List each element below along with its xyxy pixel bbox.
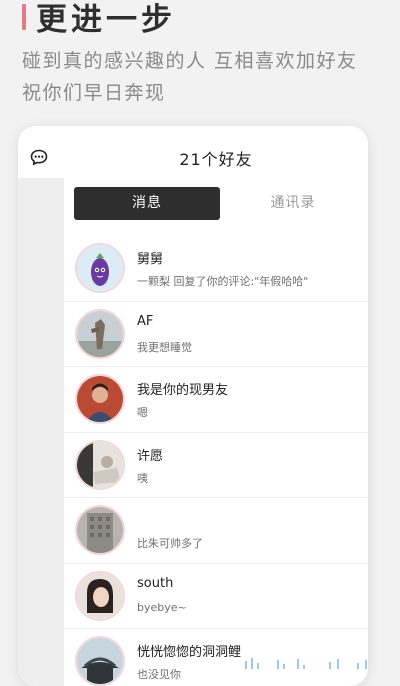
contact-list: 舅舅 一颗梨 回复了你的评论:"年假哈哈" AF 我更想睡觉 我是你的现男友 嗯… [64,236,368,686]
tab-bar: 消息 通讯录 [74,187,366,220]
avatar[interactable] [75,636,125,686]
promo-subline-2: 祝你们早日奔现 [22,82,166,104]
avatar[interactable] [75,374,125,424]
promo-headline: 更进一步 [36,2,176,38]
last-message: 咦 [137,471,148,485]
contact-name: AF [137,313,154,329]
avatar[interactable] [75,505,125,555]
last-message: 也没见你 [137,668,181,681]
avatar[interactable] [75,308,125,359]
watermark-icon [245,658,367,669]
list-item[interactable]: 我是你的现男友 嗯 [64,367,368,433]
last-message: 比朱可帅多了 [137,537,203,550]
list-item[interactable]: 比朱可帅多了 [64,498,368,564]
list-item[interactable]: 许愿 咦 [64,433,368,498]
contact-name: 许愿 [137,448,164,464]
last-message: byebye~ [137,600,187,614]
accent-bar [22,4,26,30]
contact-name: south [137,575,174,591]
contact-name: 我是你的现男友 [137,383,229,398]
phone-frame: 21个好友 消息 通讯录 舅舅 一颗梨 回复了你的评论:"年假哈哈" AF 我更… [18,126,368,686]
last-message: 一颗梨 回复了你的评论:"年假哈哈" [137,275,309,288]
contact-name: 舅舅 [137,252,164,267]
list-item[interactable]: AF 我更想睡觉 [64,302,368,367]
avatar[interactable] [75,570,125,621]
promo-section: 更进一步 碰到真的感兴趣的人 互相喜欢加好友 祝你们早日奔现 [0,0,400,130]
left-rail [18,178,64,686]
tab-messages[interactable]: 消息 [74,187,220,220]
chat-bubble-icon[interactable] [30,149,48,166]
avatar[interactable] [75,243,125,293]
last-message: 我更想睡觉 [137,340,192,354]
friends-count-title: 21个好友 [179,150,253,169]
last-message: 嗯 [137,406,148,419]
avatar[interactable] [75,439,125,490]
list-item[interactable]: 舅舅 一颗梨 回复了你的评论:"年假哈哈" [64,236,368,302]
list-item[interactable]: south byebye~ [64,564,368,629]
contact-name: 恍恍惚惚的洞洞鲤 [137,645,242,660]
promo-subline-1: 碰到真的感兴趣的人 互相喜欢加好友 [22,50,358,72]
tab-contacts[interactable]: 通讯录 [220,187,366,220]
